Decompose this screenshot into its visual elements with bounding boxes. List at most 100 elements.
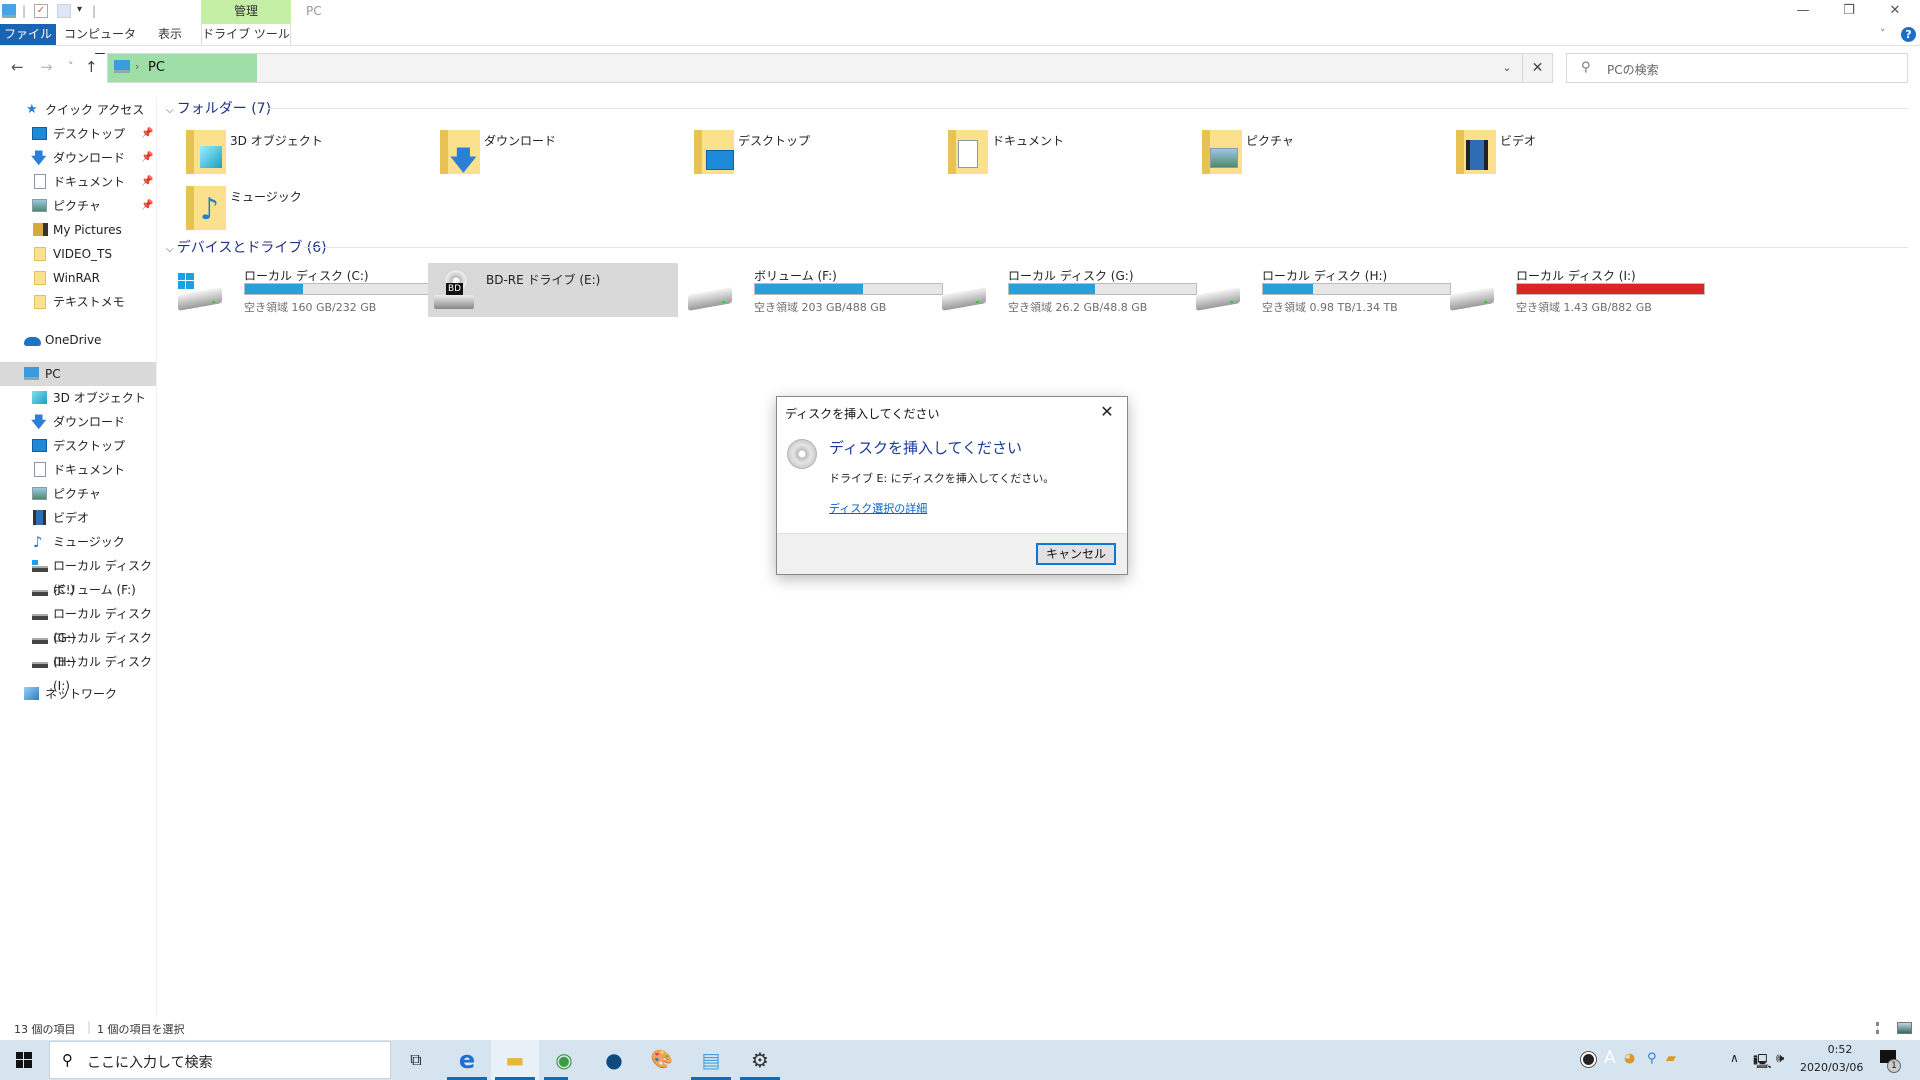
ime-mode-icon[interactable]: A xyxy=(1604,1048,1616,1068)
sidebar-item-downloads[interactable]: 🡇 ダウンロード 📌 xyxy=(0,146,156,170)
edge-icon: e xyxy=(458,1046,476,1074)
sidebar-item-desktop[interactable]: デスクトップ 📌 xyxy=(0,122,156,146)
recent-locations-button[interactable]: ˅ xyxy=(68,60,74,73)
folder-music[interactable]: ♪ ミュージック xyxy=(174,180,424,236)
drive-tile[interactable]: BD BD-RE ドライブ (E:) xyxy=(428,263,678,317)
clock-time[interactable]: 0:52 xyxy=(1820,1043,1860,1056)
folder-documents[interactable]: ドキュメント xyxy=(936,124,1186,180)
drive-free-space: 空き領域 0.98 TB/1.34 TB xyxy=(1262,301,1398,314)
sidebar-item-label: WinRAR xyxy=(53,271,100,285)
drive-tile[interactable]: ボリューム (F:) 空き領域 203 GB/488 GB xyxy=(682,263,943,317)
drive-tile[interactable]: ローカル ディスク (G:) 空き領域 26.2 GB/48.8 GB xyxy=(936,263,1197,317)
taskbar-chrome[interactable]: ◉ xyxy=(540,1040,588,1080)
new-folder-icon[interactable] xyxy=(57,4,71,18)
taskbar-settings[interactable]: ⚙ xyxy=(736,1040,784,1080)
ribbon-expand-icon[interactable]: ˅ xyxy=(1880,27,1886,40)
close-button[interactable]: ✕ xyxy=(1872,0,1918,24)
sidebar-item-video-ts[interactable]: VIDEO_TS xyxy=(0,242,156,266)
tray-toolbox-icon[interactable]: ▰ xyxy=(1666,1051,1676,1066)
tab-file[interactable]: ファイル xyxy=(0,24,56,45)
sidebar-item-pc[interactable]: PC xyxy=(0,362,156,386)
address-bar[interactable]: › PC ⌄ xyxy=(107,53,1523,83)
show-hidden-icons-button[interactable]: ∧ xyxy=(1730,1051,1739,1065)
folder-icon xyxy=(1456,130,1496,174)
tab-drive-tools[interactable]: ドライブ ツール xyxy=(201,24,291,45)
sidebar-item-pictures[interactable]: ピクチャ 📌 xyxy=(0,194,156,218)
drive-tile[interactable]: ローカル ディスク (C:) 空き領域 160 GB/232 GB xyxy=(172,263,433,317)
address-dropdown-button[interactable]: ⌄ xyxy=(1492,54,1522,82)
tab-view[interactable]: 表示 xyxy=(150,24,190,45)
sidebar-item-pictures[interactable]: ピクチャ xyxy=(0,482,156,506)
drive-tile[interactable]: ローカル ディスク (I:) 空き領域 1.43 GB/882 GB xyxy=(1444,263,1705,317)
sidebar-item-music[interactable]: ♪ ミュージック xyxy=(0,530,156,554)
sidebar-item-text-memo[interactable]: テキストメモ xyxy=(0,290,156,314)
folder-icon xyxy=(34,295,46,309)
taskbar-notepad[interactable]: ▤ xyxy=(687,1040,735,1080)
sidebar-item-winrar[interactable]: WinRAR xyxy=(0,266,156,290)
folder-pictures[interactable]: ピクチャ xyxy=(1190,124,1440,180)
folder-videos[interactable]: ビデオ xyxy=(1444,124,1694,180)
music-icon: ♪ xyxy=(200,192,220,227)
clock-date[interactable]: 2020/03/06 xyxy=(1800,1061,1863,1074)
cancel-button[interactable]: キャンセル xyxy=(1036,543,1116,565)
drive-body xyxy=(178,287,222,311)
taskbar-edge[interactable]: e xyxy=(443,1040,491,1080)
breadcrumb-separator[interactable]: › xyxy=(135,60,139,73)
sidebar-item-drive-f[interactable]: ボリューム (F:) xyxy=(0,578,156,602)
sidebar-item-label: ビデオ xyxy=(53,511,90,525)
sidebar-item-quick-access[interactable]: ★ クイック アクセス xyxy=(0,98,156,122)
sidebar-item-videos[interactable]: ビデオ xyxy=(0,506,156,530)
sidebar-item-drive-h[interactable]: ローカル ディスク (H:) xyxy=(0,626,156,669)
sidebar-item-desktop[interactable]: デスクトップ xyxy=(0,434,156,458)
picture-icon xyxy=(32,199,47,212)
details-view-icon[interactable] xyxy=(1876,1022,1890,1034)
tray-search-app-icon[interactable]: ⚲ xyxy=(1647,1051,1657,1066)
address-clear-button[interactable]: ✕ xyxy=(1523,53,1553,83)
network-icon[interactable]: 🖳 xyxy=(1753,1051,1772,1075)
drive-icon xyxy=(32,662,48,668)
sidebar-item-network[interactable]: ネットワーク xyxy=(0,682,156,706)
tray-app-icon[interactable]: ◕ xyxy=(1624,1051,1635,1066)
search-input[interactable]: ⚲ PCの検索 xyxy=(1566,53,1908,83)
folder-desktop[interactable]: デスクトップ xyxy=(682,124,932,180)
large-icons-view-icon[interactable] xyxy=(1897,1022,1912,1034)
drive-body xyxy=(942,287,986,311)
tab-computer[interactable]: コンピューター xyxy=(60,24,140,61)
restore-button[interactable]: ❐ xyxy=(1826,0,1872,24)
drives-group-header[interactable]: ⌵ デバイスとドライブ (6) xyxy=(166,237,327,257)
task-view-button[interactable]: ⧉ xyxy=(392,1040,440,1080)
taskbar-paint[interactable]: 🎨 xyxy=(638,1040,686,1080)
customize-quick-access-icon[interactable]: ▾ xyxy=(77,4,82,15)
folder-downloads[interactable]: 🡇 ダウンロード xyxy=(428,124,678,180)
back-button[interactable]: ← xyxy=(11,58,24,76)
minimize-button[interactable]: — xyxy=(1780,0,1826,24)
taskbar-search-input[interactable]: ⚲ ここに入力して検索 xyxy=(49,1041,391,1079)
sidebar-item-drive-i[interactable]: ローカル ディスク (I:) xyxy=(0,650,156,693)
drive-tile[interactable]: ローカル ディスク (H:) 空き領域 0.98 TB/1.34 TB xyxy=(1190,263,1451,317)
folders-group-header[interactable]: ⌵ フォルダー (7) xyxy=(166,98,271,118)
insert-disc-dialog: ディスクを挿入してください ✕ ディスクを挿入してください ドライブ E: にデ… xyxy=(776,396,1128,575)
sidebar-item-drive-c[interactable]: ローカル ディスク (C:) xyxy=(0,554,156,597)
dialog-close-button[interactable]: ✕ xyxy=(1093,399,1121,425)
sidebar-item-my-pictures[interactable]: My Pictures xyxy=(0,218,156,242)
drive-led xyxy=(1484,301,1487,303)
taskbar-file-explorer[interactable]: ▬ xyxy=(491,1040,539,1080)
volume-icon[interactable]: 🕪 xyxy=(1776,1051,1784,1066)
breadcrumb-pc[interactable]: PC xyxy=(148,60,165,75)
sidebar-item-documents[interactable]: ドキュメント xyxy=(0,458,156,482)
start-button[interactable] xyxy=(0,1040,48,1080)
sidebar-item-onedrive[interactable]: OneDrive xyxy=(0,328,156,352)
tray-app-icon[interactable] xyxy=(1581,1052,1596,1067)
sidebar-item-downloads[interactable]: 🡇 ダウンロード xyxy=(0,410,156,434)
disc-icon xyxy=(787,439,817,469)
disc-selection-details-link[interactable]: ディスク選択の詳細 xyxy=(829,500,927,516)
forward-button[interactable]: → xyxy=(40,58,53,76)
folder-3d-objects[interactable]: 3D オブジェクト xyxy=(174,124,424,180)
sidebar-item-documents[interactable]: ドキュメント 📌 xyxy=(0,170,156,194)
taskbar-media-player[interactable]: ● xyxy=(590,1040,638,1080)
sidebar-item-drive-g[interactable]: ローカル ディスク (G:) xyxy=(0,602,156,645)
properties-icon[interactable]: ✓ xyxy=(34,4,48,18)
up-button[interactable]: ↑ xyxy=(85,58,98,76)
help-icon[interactable]: ? xyxy=(1901,27,1916,42)
sidebar-item-3d-objects[interactable]: 3D オブジェクト xyxy=(0,386,156,410)
